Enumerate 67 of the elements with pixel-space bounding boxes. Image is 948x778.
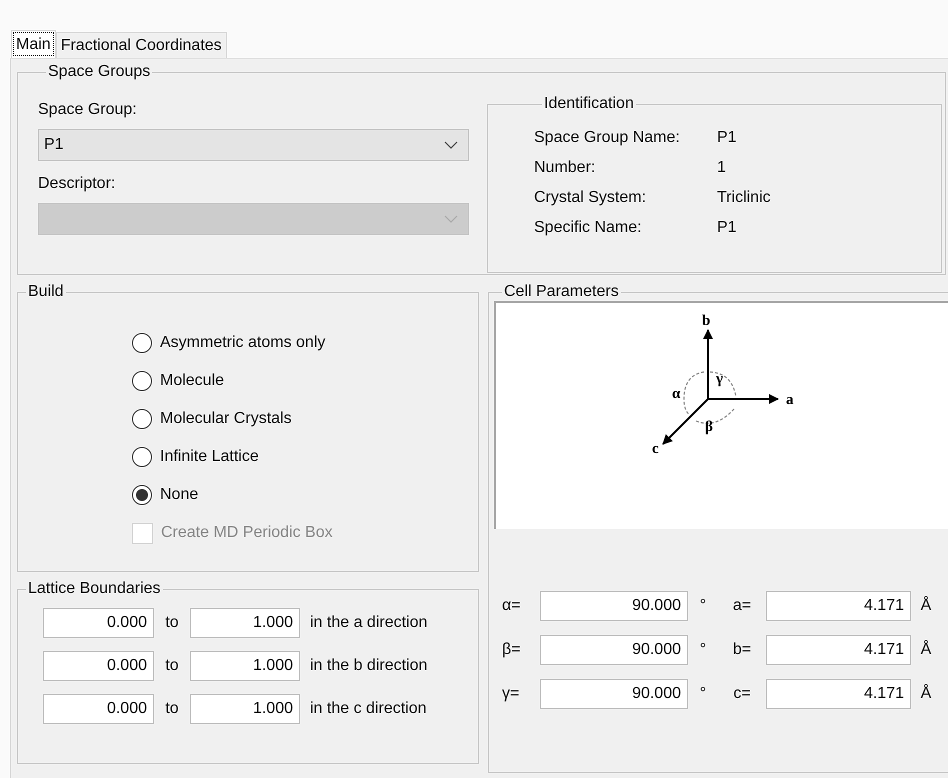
input-field[interactable]: 90.000 [540, 679, 688, 709]
axis-label: b [702, 313, 710, 329]
input-field[interactable]: 4.171 [766, 679, 911, 709]
field-label: α= [502, 597, 522, 615]
field-label: in the a direction [310, 614, 428, 632]
field-label: to [164, 657, 180, 675]
field-label: to [164, 700, 180, 718]
input-field[interactable]: 4.171 [766, 591, 911, 621]
space-group-dropdown[interactable]: P1 [38, 129, 469, 161]
option-label[interactable]: Molecule [160, 372, 224, 390]
field-label: c= [732, 685, 752, 703]
info-value: P1 [717, 219, 738, 237]
info-value: 1 [717, 159, 727, 177]
info-label: Number: [534, 159, 596, 177]
panel-title: Space Groups [47, 63, 152, 81]
radio-button[interactable] [132, 409, 152, 429]
field-label: a= [732, 597, 752, 615]
input-field[interactable]: 90.000 [540, 635, 688, 665]
panel-title: Lattice Boundaries [27, 580, 162, 598]
field-label: in the c direction [310, 700, 427, 718]
field-label: in the b direction [310, 657, 428, 675]
input-field[interactable]: 1.000 [190, 608, 300, 638]
radio-button[interactable] [132, 485, 152, 505]
input-field[interactable]: 90.000 [540, 591, 688, 621]
info-value: P1 [717, 129, 738, 147]
unit-label: ° [698, 597, 708, 615]
unit-label: Å [920, 685, 932, 703]
radio-button[interactable] [132, 447, 152, 467]
axis-label: a [786, 392, 794, 408]
angle-label: β [705, 419, 713, 435]
panel-title: Identification [543, 95, 635, 113]
input-field[interactable]: 1.000 [190, 651, 300, 681]
input-field[interactable]: 0.000 [43, 608, 154, 638]
info-label: Space Group Name: [534, 129, 681, 147]
field-label: Descriptor: [38, 175, 116, 193]
radio-button[interactable] [132, 333, 152, 353]
field-label: b= [732, 641, 752, 659]
field-label: β= [502, 641, 522, 659]
caret-icon [444, 141, 458, 149]
info-value: Triclinic [717, 189, 772, 207]
angle-label: γ [716, 371, 724, 387]
field-label: γ= [502, 685, 520, 703]
unit-label: ° [698, 641, 708, 659]
option-label[interactable]: None [160, 486, 198, 504]
angle-label: α [672, 386, 680, 402]
angle-arc [710, 371, 737, 398]
input-field[interactable]: 4.171 [766, 635, 911, 665]
field-label: to [164, 614, 180, 632]
radio-button[interactable] [132, 371, 152, 391]
panel-title: Cell Parameters [503, 283, 620, 301]
axis-label: c [652, 441, 659, 457]
caret-icon [444, 215, 458, 223]
tab[interactable]: Fractional Coordinates [56, 32, 227, 58]
field-label: Space Group: [38, 101, 138, 119]
input-field[interactable]: 0.000 [43, 651, 154, 681]
input-field[interactable]: 1.000 [190, 694, 300, 724]
option-label[interactable]: Asymmetric atoms only [160, 334, 326, 352]
unit-label: ° [698, 685, 708, 703]
option-label[interactable]: Molecular Crystals [160, 410, 292, 428]
tab[interactable]: Main [11, 30, 56, 58]
unit-label: Å [920, 597, 932, 615]
info-label: Specific Name: [534, 219, 643, 237]
info-label: Crystal System: [534, 189, 648, 207]
option-label[interactable]: Infinite Lattice [160, 448, 259, 466]
input-field[interactable]: 0.000 [43, 694, 154, 724]
unit-label: Å [920, 641, 932, 659]
panel-title: Build [27, 283, 65, 301]
